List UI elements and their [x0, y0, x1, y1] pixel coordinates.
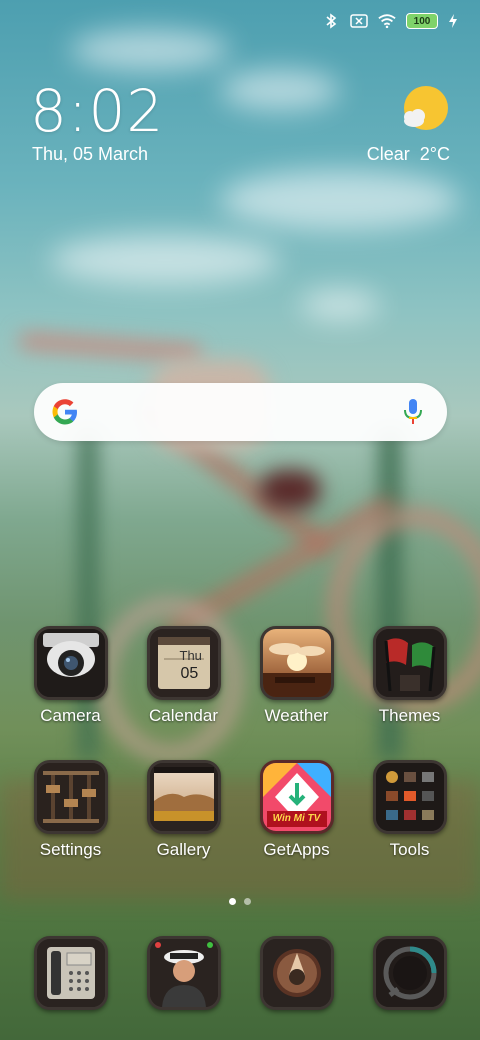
- app-weather[interactable]: Weather: [240, 626, 353, 726]
- clock-date[interactable]: Thu, 05 March: [32, 144, 148, 165]
- app-label: Calendar: [149, 706, 218, 725]
- gallery-icon[interactable]: [146, 760, 221, 834]
- app-label: Weather: [264, 706, 329, 725]
- tools-folder-icon[interactable]: [372, 760, 447, 834]
- weather-temperature: 2°C: [419, 144, 450, 164]
- app-getapps[interactable]: Win Mi TV GetApps: [240, 760, 353, 860]
- dock-browser[interactable]: [240, 936, 353, 1010]
- page-dot-2[interactable]: [244, 898, 251, 905]
- weather-summary[interactable]: Clear 2°C: [367, 144, 450, 165]
- app-label: Gallery: [156, 840, 211, 859]
- app-gallery[interactable]: Gallery: [127, 760, 240, 860]
- google-logo: [50, 397, 80, 427]
- calendar-icon[interactable]: Thu 05: [146, 626, 221, 700]
- themes-icon[interactable]: [372, 626, 447, 700]
- dock-phone[interactable]: [14, 936, 127, 1010]
- settings-icon[interactable]: [33, 760, 108, 834]
- app-themes[interactable]: Themes: [353, 626, 466, 726]
- battery-icon: 100: [406, 13, 438, 29]
- app-label: GetApps: [263, 840, 330, 859]
- calendar-day: Thu: [179, 648, 202, 663]
- dock-contacts[interactable]: [127, 936, 240, 1010]
- contacts-icon[interactable]: [146, 936, 221, 1010]
- app-calendar[interactable]: Thu 05 Calendar: [127, 626, 240, 726]
- calendar-date: 05: [180, 665, 199, 682]
- google-search-bar[interactable]: [34, 383, 447, 441]
- phone-icon[interactable]: [33, 936, 108, 1010]
- app-settings[interactable]: Settings: [14, 760, 127, 860]
- bluetooth-icon: [322, 12, 340, 30]
- mic-icon[interactable]: [401, 397, 425, 427]
- app-label: Settings: [39, 840, 102, 859]
- dock: [14, 936, 466, 1010]
- app-label: Themes: [378, 706, 441, 725]
- page-indicator: [0, 898, 480, 905]
- app-label: Camera: [40, 706, 101, 725]
- app-camera[interactable]: Camera: [14, 626, 127, 726]
- camera-icon[interactable]: [33, 626, 108, 700]
- page-dot-1[interactable]: [229, 898, 236, 905]
- status-bar: 100: [0, 0, 480, 42]
- wifi-icon: [378, 12, 396, 30]
- getapps-banner: Win Mi TV: [272, 813, 321, 824]
- no-sim-icon: [350, 12, 368, 30]
- weather-condition: Clear: [366, 144, 410, 164]
- charging-icon: [448, 12, 458, 30]
- app-tools-folder[interactable]: Tools: [353, 760, 466, 860]
- getapps-icon[interactable]: Win Mi TV: [259, 760, 334, 834]
- app-label: Tools: [389, 840, 430, 859]
- clock-time[interactable]: 8:02: [30, 82, 164, 140]
- weather-app-icon[interactable]: [259, 626, 334, 700]
- dock-messages[interactable]: [353, 936, 466, 1010]
- browser-icon[interactable]: [259, 936, 334, 1010]
- app-grid: Camera Thu 05 Calendar Weather Themes Se…: [14, 626, 466, 860]
- messages-icon[interactable]: [372, 936, 447, 1010]
- partly-sunny-icon[interactable]: [400, 86, 450, 136]
